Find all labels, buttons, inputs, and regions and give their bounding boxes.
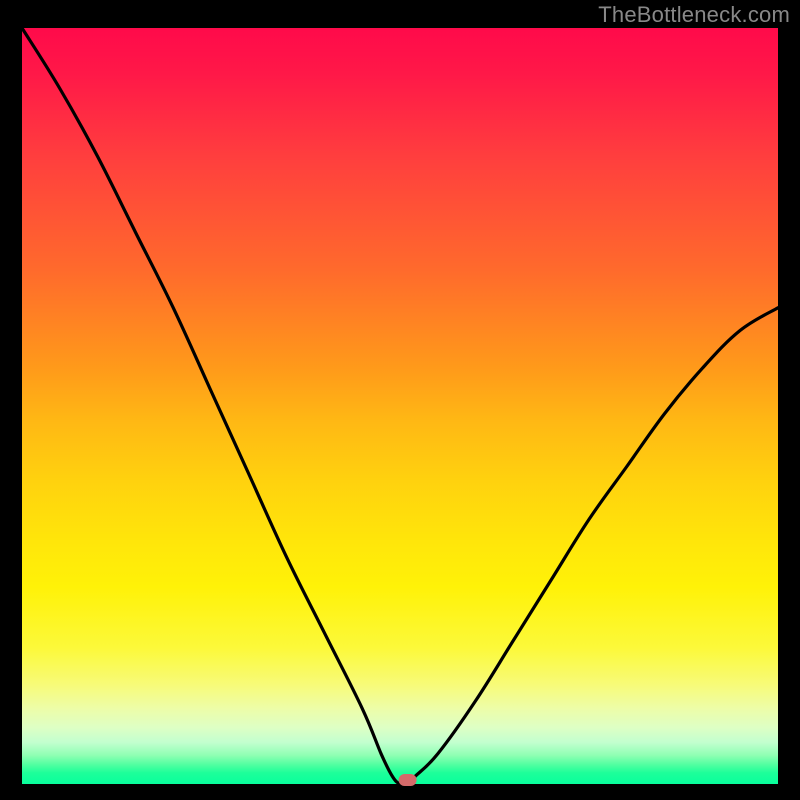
plot-area — [22, 28, 778, 784]
chart-frame: TheBottleneck.com — [0, 0, 800, 800]
curve-svg — [22, 28, 778, 784]
minimum-marker — [399, 774, 417, 786]
bottleneck-curve — [22, 28, 778, 785]
watermark-label: TheBottleneck.com — [598, 2, 790, 28]
